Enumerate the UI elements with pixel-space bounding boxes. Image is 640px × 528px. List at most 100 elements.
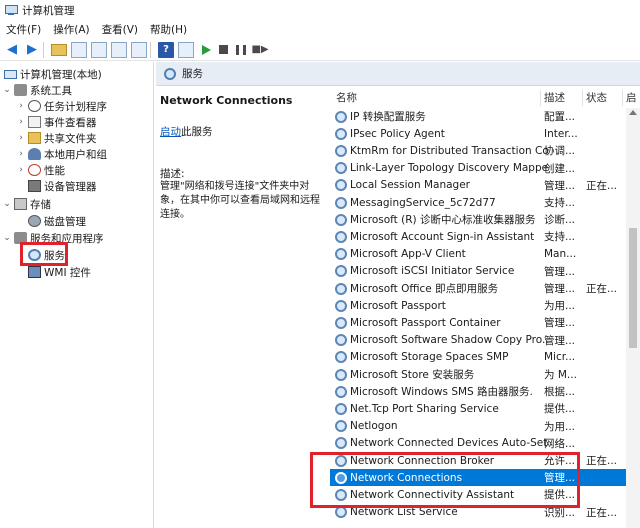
table-row[interactable]: Microsoft iSCSI Initiator Service管理...手	[330, 263, 626, 280]
table-row[interactable]: Microsoft App-V ClientMan...禁	[330, 246, 626, 263]
column-divider[interactable]	[622, 90, 623, 106]
table-row[interactable]: Net.Tcp Port Sharing Service提供...禁	[330, 400, 626, 417]
expand-chevron-icon[interactable]: ›	[16, 165, 26, 175]
start-service-icon[interactable]	[202, 44, 211, 55]
collapse-chevron-icon[interactable]: ⌄	[2, 199, 12, 209]
service-name: Microsoft Windows SMS 路由器服务.	[350, 386, 533, 399]
column-header-status[interactable]: 状态	[586, 90, 607, 105]
action-pane-icon[interactable]	[178, 41, 194, 58]
table-row[interactable]: Netlogon为用...手	[330, 418, 626, 435]
service-description: 为用...	[544, 420, 576, 433]
service-name: Network Connected Devices Auto-Set...	[350, 437, 548, 450]
scroll-up-arrow-icon[interactable]	[629, 110, 637, 115]
service-gear-icon	[335, 368, 347, 381]
services-list-header: 名称 描述 状态 启	[330, 86, 640, 108]
scroll-thumb[interactable]	[629, 228, 637, 348]
tree-item-device-manager[interactable]: 设备管理器	[26, 178, 97, 194]
table-row[interactable]: Link-Layer Topology Discovery Mapper 创建..…	[330, 160, 626, 177]
service-status: 正在...	[586, 506, 618, 519]
stop-service-icon[interactable]	[219, 45, 228, 54]
tree-item-performance[interactable]: › 性能	[16, 162, 65, 178]
menu-action[interactable]: 操作(A)	[47, 22, 95, 37]
service-gear-icon	[335, 127, 347, 140]
table-row[interactable]: Microsoft Account Sign-in Assistant 支持...…	[330, 228, 626, 245]
restart-service-icon[interactable]: ■▶	[251, 42, 268, 58]
table-row[interactable]: Microsoft Windows SMS 路由器服务.根据...手	[330, 383, 626, 400]
service-description: 提供...	[544, 403, 576, 416]
service-name: Microsoft (R) 诊断中心标准收集器服务	[350, 214, 536, 227]
help-icon[interactable]: ?	[158, 41, 174, 58]
service-gear-icon	[335, 402, 347, 415]
table-row[interactable]: Microsoft Office 即点即用服务管理...正在...自	[330, 280, 626, 297]
menu-help[interactable]: 帮助(H)	[144, 22, 193, 37]
table-row[interactable]: IP 转换配置服务配置...手	[330, 108, 626, 125]
pause-service-icon[interactable]	[236, 44, 246, 55]
table-row[interactable]: IPsec Policy AgentInter...手	[330, 125, 626, 142]
performance-icon	[28, 164, 41, 176]
service-description: Micr...	[544, 351, 576, 364]
table-row[interactable]: Local Session Manager管理...正在...自	[330, 177, 626, 194]
back-arrow-icon[interactable]: ◀	[4, 42, 20, 58]
export-list-icon[interactable]	[131, 41, 147, 58]
service-description: 管理...	[544, 283, 576, 296]
expand-chevron-icon[interactable]: ›	[16, 149, 26, 159]
column-divider[interactable]	[540, 90, 541, 106]
start-service-link[interactable]: 启动	[160, 126, 181, 138]
tree-item-root[interactable]: 计算机管理(本地)	[2, 66, 102, 82]
service-status: 正在...	[586, 283, 618, 296]
tree-item-wmi[interactable]: WMI 控件	[26, 264, 91, 280]
service-gear-icon	[335, 299, 347, 312]
tree-item-storage[interactable]: ⌄ 存储	[2, 196, 51, 212]
service-name: Microsoft Office 即点即用服务	[350, 283, 499, 296]
table-row[interactable]: Microsoft Passport为用...手	[330, 297, 626, 314]
table-row[interactable]: Microsoft Store 安装服务为 M...手	[330, 366, 626, 383]
collapse-chevron-icon[interactable]: ⌄	[2, 85, 12, 95]
description-label: 描述:	[160, 168, 185, 180]
up-folder-icon[interactable]	[51, 43, 67, 56]
tree-item-label: 本地用户和组	[44, 148, 107, 161]
tree-item-event-viewer[interactable]: › 事件查看器	[16, 114, 97, 130]
table-row[interactable]: Microsoft Software Shadow Copy Pro... 管理.…	[330, 332, 626, 349]
tree-item-local-users[interactable]: › 本地用户和组	[16, 146, 107, 162]
properties-icon[interactable]	[91, 41, 107, 58]
title-bar: 计算机管理	[0, 0, 640, 20]
show-hide-tree-icon[interactable]	[71, 41, 87, 58]
column-divider[interactable]	[582, 90, 583, 106]
tree-item-shared-folders[interactable]: › 共享文件夹	[16, 130, 97, 146]
service-description: 管理...	[544, 334, 576, 347]
service-name: Microsoft Passport	[350, 299, 446, 312]
tree-item-disk-management[interactable]: 磁盘管理	[26, 213, 86, 229]
refresh-icon[interactable]	[111, 41, 127, 58]
service-description: 为用...	[544, 300, 576, 313]
table-row[interactable]: MessagingService_5c72d77支持...手	[330, 194, 626, 211]
forward-arrow-icon[interactable]: ▶	[24, 42, 40, 58]
menu-file[interactable]: 文件(F)	[0, 22, 47, 37]
service-description: 根据...	[544, 386, 576, 399]
service-description: 管理...	[544, 317, 576, 330]
table-row[interactable]: Network Connected Devices Auto-Set... 网络.…	[330, 435, 626, 452]
service-description: Inter...	[544, 127, 578, 140]
expand-chevron-icon[interactable]: ›	[16, 101, 26, 111]
tree-item-system-tools[interactable]: ⌄ 系统工具	[2, 82, 72, 98]
service-gear-icon	[335, 351, 347, 364]
service-gear-icon	[335, 213, 347, 226]
vertical-scrollbar[interactable]	[626, 108, 640, 528]
table-row[interactable]: Microsoft Storage Spaces SMPMicr...手	[330, 349, 626, 366]
service-description: 为 M...	[544, 369, 577, 382]
table-row[interactable]: KtmRm for Distributed Transaction Co... 协…	[330, 142, 626, 159]
service-description: 支持...	[544, 197, 576, 210]
service-name: Link-Layer Topology Discovery Mapper	[350, 162, 548, 175]
expand-chevron-icon[interactable]: ›	[16, 117, 26, 127]
table-row[interactable]: Microsoft (R) 诊断中心标准收集器服务诊断...手	[330, 211, 626, 228]
column-header-name[interactable]: 名称	[336, 90, 357, 105]
service-gear-icon	[335, 385, 347, 398]
tree-item-task-scheduler[interactable]: › 任务计划程序	[16, 98, 107, 114]
menu-view[interactable]: 查看(V)	[96, 22, 144, 37]
collapse-chevron-icon[interactable]: ⌄	[2, 233, 12, 243]
column-header-startup[interactable]: 启	[626, 90, 637, 105]
service-description: 网络...	[544, 437, 576, 450]
service-name: IP 转换配置服务	[350, 111, 426, 124]
table-row[interactable]: Microsoft Passport Container管理...手	[330, 314, 626, 331]
column-header-description[interactable]: 描述	[544, 90, 565, 105]
expand-chevron-icon[interactable]: ›	[16, 133, 26, 143]
